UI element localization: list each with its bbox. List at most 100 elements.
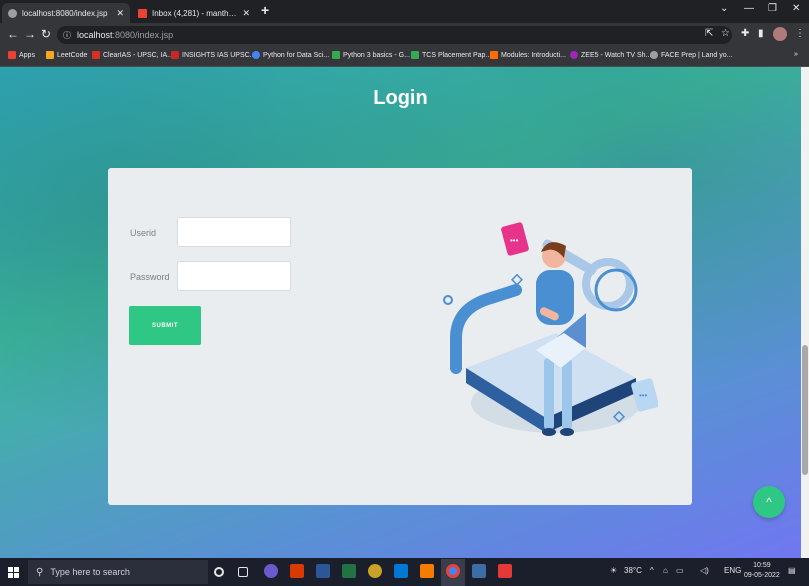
taskbar-search[interactable]: ⚲ Type here to search — [28, 560, 208, 584]
apps-grid-icon — [8, 51, 16, 59]
gfg-icon — [332, 51, 340, 59]
tab-search-icon[interactable]: ⌄ — [720, 3, 728, 14]
tab-title: localhost:8080/index.jsp — [22, 8, 108, 18]
bookmark-label: ClearIAS - UPSC, IA... — [103, 51, 174, 59]
modules-icon — [490, 51, 498, 59]
reload-icon[interactable]: ↻ — [41, 27, 51, 41]
language-indicator[interactable]: ENG — [724, 566, 741, 575]
close-tab-icon[interactable]: ✕ — [242, 8, 250, 19]
address-bar[interactable]: ⓘ localhost:8080/index.jsp — [57, 26, 732, 44]
tab-title: Inbox (4,281) - manthansapkal1... — [152, 8, 239, 18]
scrollbar-thumb[interactable] — [802, 345, 808, 475]
page-title: Login — [373, 87, 428, 109]
back-icon[interactable]: ← — [7, 27, 19, 41]
bookmark-python-basics[interactable]: Python 3 basics - G... — [332, 51, 410, 59]
bookmark-label: Apps — [19, 51, 35, 59]
tab-inbox[interactable]: Inbox (4,281) - manthansapkal1... ✕ — [132, 3, 256, 23]
bookmark-label: INSIGHTS IAS UPSC... — [182, 51, 256, 59]
clearias-icon — [92, 51, 100, 59]
sidepanel-icon[interactable]: ▮ — [758, 28, 764, 39]
anydesk-icon[interactable] — [498, 564, 512, 578]
bookmarks-bar: Apps LeetCode ClearIAS - UPSC, IA... INS… — [0, 47, 809, 67]
bookmark-leetcode[interactable]: LeetCode — [46, 51, 87, 59]
weather-temp: 38°C — [624, 566, 642, 575]
browser-toolbar: ← → ↻ ⓘ localhost:8080/index.jsp ⇱ ☆ ✚ ▮… — [0, 23, 809, 47]
globe-icon — [8, 8, 17, 18]
battery-icon[interactable]: ▭ — [676, 566, 684, 575]
gmail-icon — [138, 8, 147, 18]
zee5-icon — [570, 51, 578, 59]
bookmark-faceprep[interactable]: FACE Prep | Land yo... — [650, 51, 732, 59]
windows-taskbar: ⚲ Type here to search ☀ 38°C ^ ⌂ ▭ ◁) EN… — [0, 558, 809, 586]
forward-icon[interactable]: → — [24, 27, 36, 41]
network-icon[interactable]: ⌂ — [663, 566, 668, 575]
bookmark-label: Modules: Introducti... — [501, 51, 566, 59]
search-icon: ⚲ — [36, 566, 44, 578]
globe-icon — [650, 51, 658, 59]
submit-button[interactable]: SUBMIT — [129, 306, 201, 345]
page-viewport: Login Userid Password SUBMIT ••• ••• ^ — [0, 67, 801, 558]
bookmark-insights[interactable]: INSIGHTS IAS UPSC... — [171, 51, 256, 59]
restore-icon[interactable]: ❐ — [768, 3, 777, 14]
vscode-icon[interactable] — [394, 564, 408, 578]
word-icon[interactable] — [316, 564, 330, 578]
extensions-icon[interactable]: ✚ — [741, 28, 749, 39]
page-scrollbar[interactable] — [801, 67, 809, 558]
new-tab-button[interactable]: + — [261, 2, 269, 18]
bookmarks-overflow-icon[interactable]: » — [794, 51, 798, 58]
userid-label: Userid — [130, 228, 157, 238]
bookmark-apps[interactable]: Apps — [8, 51, 35, 59]
cortana-icon[interactable] — [214, 567, 224, 577]
close-tab-icon[interactable]: ✕ — [116, 8, 124, 19]
taskbar-search-placeholder: Type here to search — [50, 567, 130, 577]
close-window-icon[interactable]: ✕ — [792, 3, 800, 14]
tab-strip: localhost:8080/index.jsp ✕ Inbox (4,281)… — [0, 0, 809, 23]
leetcode-icon — [46, 51, 54, 59]
windows-start-icon[interactable] — [8, 567, 19, 578]
bookmark-clearias[interactable]: ClearIAS - UPSC, IA... — [92, 51, 173, 59]
python-icon — [252, 51, 260, 59]
tray-chevron-icon[interactable]: ^ — [650, 566, 654, 575]
notifications-icon[interactable]: ▤ — [788, 566, 796, 575]
office-icon[interactable] — [290, 564, 304, 578]
login-card: Userid Password SUBMIT ••• ••• — [108, 168, 692, 505]
weather-icon[interactable]: ☀ — [610, 566, 617, 575]
userid-input[interactable] — [177, 217, 291, 247]
xampp-icon[interactable] — [420, 564, 434, 578]
url-path: :8080/index.jsp — [112, 30, 174, 40]
bookmark-modules[interactable]: Modules: Introducti... — [490, 51, 566, 59]
svg-text:•••: ••• — [510, 236, 519, 245]
scroll-top-button[interactable]: ^ — [753, 486, 785, 518]
terminal-icon[interactable] — [472, 564, 486, 578]
password-input[interactable] — [177, 261, 291, 291]
bookmark-label: ZEE5 - Watch TV Sh... — [581, 51, 652, 59]
eclipse-icon[interactable] — [264, 564, 278, 578]
share-icon[interactable]: ⇱ — [705, 28, 713, 39]
menu-icon[interactable]: ⋮ — [795, 28, 805, 39]
site-info-icon[interactable]: ⓘ — [63, 30, 71, 41]
minimize-icon[interactable]: — — [744, 3, 754, 14]
svg-text:•••: ••• — [639, 391, 648, 400]
bookmark-label: FACE Prep | Land yo... — [661, 51, 733, 59]
gfg-icon — [411, 51, 419, 59]
bookmark-zee5[interactable]: ZEE5 - Watch TV Sh... — [570, 51, 651, 59]
excel-icon[interactable] — [342, 564, 356, 578]
bookmark-label: Python 3 basics - G... — [343, 51, 410, 59]
bookmark-star-icon[interactable]: ☆ — [721, 28, 730, 39]
password-label: Password — [130, 272, 170, 282]
bookmark-label: TCS Placement Pap... — [422, 51, 492, 59]
url-host: localhost — [77, 30, 113, 40]
taskbar-clock[interactable]: 10:59 09-05-2022 — [744, 561, 780, 581]
tab-localhost[interactable]: localhost:8080/index.jsp ✕ — [2, 3, 130, 23]
chevron-up-icon: ^ — [766, 495, 772, 509]
login-illustration: ••• ••• — [443, 222, 658, 436]
task-view-icon[interactable] — [238, 567, 248, 577]
bookmark-tcs[interactable]: TCS Placement Pap... — [411, 51, 491, 59]
bookmark-label: Python for Data Sci... — [263, 51, 330, 59]
settings-gear-icon[interactable] — [368, 564, 382, 578]
volume-icon[interactable]: ◁) — [700, 566, 709, 575]
bookmark-python-data-sci[interactable]: Python for Data Sci... — [252, 51, 329, 59]
clock-date: 09-05-2022 — [744, 572, 780, 579]
profile-avatar[interactable] — [773, 27, 787, 41]
chrome-icon[interactable] — [446, 564, 460, 578]
